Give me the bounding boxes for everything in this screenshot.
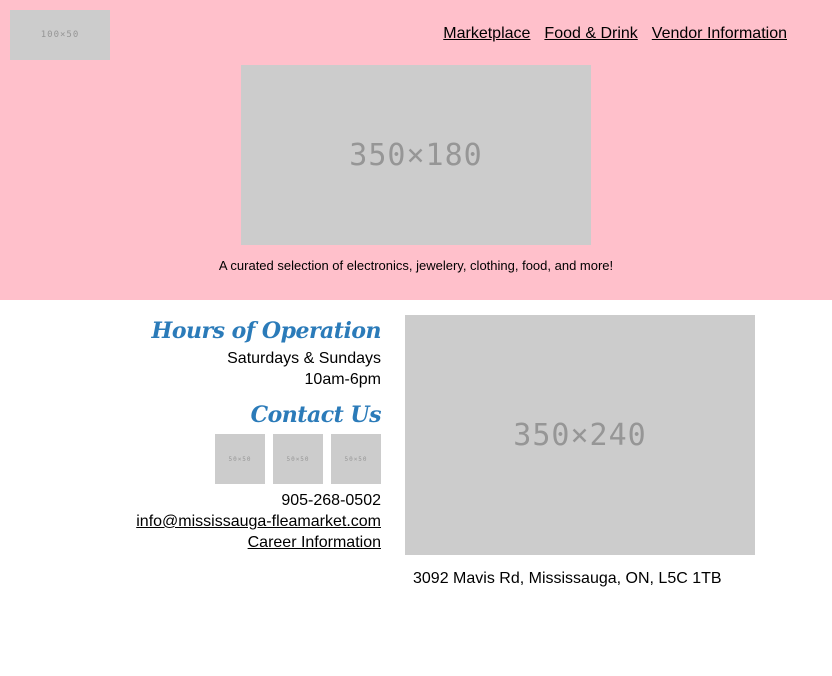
tagline: A curated selection of electronics, jewe…	[218, 258, 614, 273]
social-icons: 50×50 50×50 50×50	[100, 434, 381, 484]
hours-heading: Hours of Operation	[151, 318, 382, 344]
career-information-link[interactable]: Career Information	[248, 534, 381, 551]
contact-details: 905-268-0502 info@mississauga-fleamarket…	[100, 490, 381, 553]
hours-details: Saturdays & Sundays 10am-6pm	[100, 348, 381, 390]
nav-link-vendor-information[interactable]: Vendor Information	[652, 25, 787, 43]
main-nav: Marketplace Food & Drink Vendor Informat…	[443, 25, 787, 43]
social-icon[interactable]: 50×50	[215, 434, 265, 484]
hero-image-placeholder: 350×180	[241, 65, 591, 245]
email-link[interactable]: info@mississauga-fleamarket.com	[136, 513, 381, 530]
address: 3092 Mavis Rd, Mississauga, ON, L5C 1TB	[413, 570, 722, 587]
nav-link-food-drink[interactable]: Food & Drink	[544, 25, 637, 43]
hours-days: Saturdays & Sundays	[227, 350, 381, 367]
nav-link-marketplace[interactable]: Marketplace	[443, 25, 530, 43]
contact-heading: Contact Us	[250, 402, 382, 428]
logo-placeholder[interactable]: 100×50	[10, 10, 110, 60]
map-image-placeholder: 350×240	[405, 315, 755, 555]
hours-time: 10am-6pm	[304, 371, 381, 388]
social-icon[interactable]: 50×50	[331, 434, 381, 484]
site-header: 100×50 Marketplace Food & Drink Vendor I…	[0, 0, 832, 300]
phone-number: 905-268-0502	[281, 492, 381, 509]
social-icon[interactable]: 50×50	[273, 434, 323, 484]
info-column: Hours of Operation Saturdays & Sundays 1…	[100, 318, 381, 553]
